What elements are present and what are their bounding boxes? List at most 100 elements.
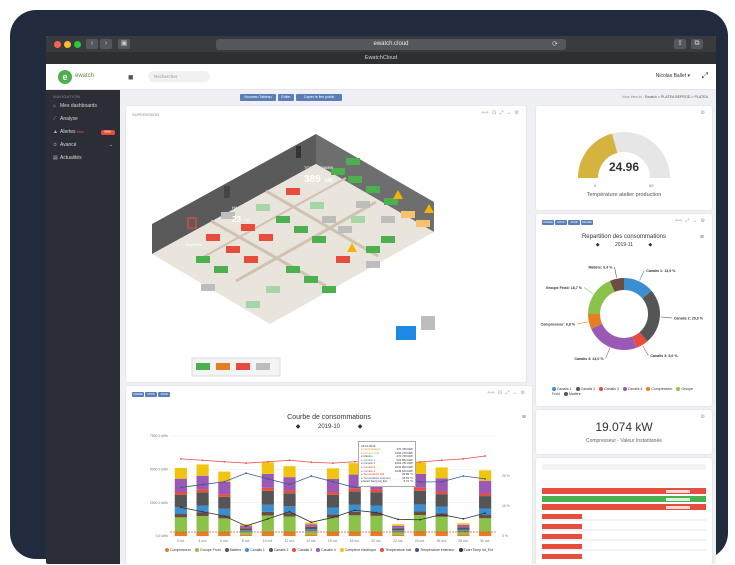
bar-segment bbox=[392, 525, 405, 528]
expand-icon[interactable]: ⤢ bbox=[702, 71, 708, 81]
bar-segment bbox=[218, 518, 231, 532]
bar-segment bbox=[435, 494, 448, 507]
y2-tick-label: 10 % bbox=[502, 504, 510, 508]
sidebar-item-dashboards[interactable]: ⌂ Mes dashboards bbox=[53, 102, 117, 111]
gauge-max: 60 bbox=[649, 183, 654, 188]
hamburger-icon[interactable]: ■ bbox=[128, 72, 133, 82]
legend-item[interactable]: Canalis 2 bbox=[575, 387, 595, 392]
table-row bbox=[542, 544, 582, 549]
tabs-button[interactable]: ⧉ bbox=[691, 39, 703, 49]
line-point bbox=[484, 455, 487, 457]
bar-segment bbox=[435, 491, 448, 495]
legend-item[interactable]: Canalis 4 bbox=[316, 548, 336, 553]
legend-item[interactable]: Compresseur bbox=[646, 387, 672, 392]
month-button[interactable]: MOIS bbox=[555, 220, 567, 225]
donut-label-line bbox=[577, 321, 588, 325]
reload-icon[interactable]: ⟳ bbox=[552, 39, 558, 50]
sidebar-item-actualites[interactable]: ▤ Actualités bbox=[53, 154, 117, 163]
donut-data-label: Groupe Froid: 18,7 % bbox=[546, 286, 583, 290]
day-button[interactable]: JOUR bbox=[568, 220, 580, 225]
address-bar[interactable]: ewatch.cloud ⟳ bbox=[216, 39, 566, 50]
sidebar-item-avance[interactable]: ≎ Avancé ⌄ bbox=[53, 141, 117, 150]
app-logo[interactable]: e bbox=[58, 70, 72, 84]
sidebar-heading: NAVIGATION bbox=[53, 94, 81, 99]
sliders-icon: ≎ bbox=[53, 142, 58, 148]
news-icon: ▤ bbox=[53, 155, 58, 161]
instant-value: 19.074 kW bbox=[595, 420, 653, 434]
edit-button[interactable]: Editer bbox=[278, 94, 294, 101]
legend-item[interactable]: Canalis 4 bbox=[622, 387, 642, 392]
legend-item[interactable]: Matière bbox=[563, 392, 581, 397]
tab-title[interactable]: EwatchCloud bbox=[46, 52, 716, 64]
line-point bbox=[484, 512, 487, 515]
legend-item[interactable]: Canalis 3 bbox=[599, 387, 619, 392]
sidebar-item-label: Avancé bbox=[60, 142, 77, 148]
y-tick-label: 2500.0 kWh bbox=[150, 501, 168, 505]
equipment-status-table bbox=[542, 464, 706, 559]
share-button[interactable]: ⇧ bbox=[674, 39, 686, 49]
sidebar-item-alertes[interactable]: ▲ Alertes New 999+ bbox=[53, 128, 117, 137]
legend-dot bbox=[164, 548, 169, 553]
donut-data-label: Matière: 6,4 % bbox=[588, 265, 613, 269]
line-point bbox=[288, 459, 291, 462]
bar-segment bbox=[196, 489, 209, 493]
sidebar-item-analyse[interactable]: ⟋ Analyse bbox=[53, 115, 117, 124]
legend-item[interactable]: Canalis 2 bbox=[268, 548, 288, 553]
line-point bbox=[201, 510, 204, 513]
close-window-dot[interactable] bbox=[54, 41, 61, 48]
sidebar-item-label: Mes dashboards bbox=[60, 103, 97, 109]
display-sensor-temp bbox=[224, 186, 230, 198]
equipment-table-panel bbox=[536, 458, 712, 564]
sidebar-toggle-button[interactable]: ▣ bbox=[118, 39, 130, 49]
legend-item[interactable]: Compresseur bbox=[164, 548, 191, 553]
line-point bbox=[440, 459, 443, 462]
legend-item[interactable]: Matière bbox=[224, 548, 241, 553]
zoom-window-dot[interactable] bbox=[74, 41, 81, 48]
panel-tools[interactable]: ⟺ ⤢ ⌄ ⚙ bbox=[675, 218, 706, 224]
line-point bbox=[179, 457, 182, 460]
legend-dot bbox=[676, 387, 681, 392]
back-button[interactable]: ‹ bbox=[86, 39, 98, 49]
bar-segment bbox=[305, 529, 318, 531]
breadcrumb-path[interactable]: Ewatch > PLATEA BEPROD > PLATEA bbox=[645, 95, 708, 99]
legend-item[interactable]: Température hall bbox=[380, 548, 411, 553]
line-point bbox=[462, 457, 465, 460]
legend-item[interactable]: Température extérieur bbox=[415, 548, 455, 553]
temperature-display: HALL 23 °C bbox=[232, 206, 250, 226]
bar-segment bbox=[392, 524, 405, 526]
line-point bbox=[419, 481, 421, 483]
bar-segment bbox=[196, 516, 209, 532]
legend-dot bbox=[245, 548, 250, 553]
legend-dot bbox=[575, 387, 580, 392]
donut-slice bbox=[588, 280, 615, 314]
x-tick-label: 14 oct. bbox=[306, 539, 316, 543]
line-point bbox=[332, 462, 334, 465]
bar-segment bbox=[218, 508, 231, 516]
minimize-window-dot[interactable] bbox=[64, 41, 71, 48]
legend-item[interactable]: Canalis 1 bbox=[245, 548, 265, 553]
legend-item[interactable]: Canalis 3 bbox=[292, 548, 312, 553]
line-point bbox=[440, 480, 443, 483]
hour-button[interactable]: HEURE bbox=[581, 220, 593, 225]
search-input[interactable]: Rechercher bbox=[148, 71, 210, 82]
chart-menu-icon[interactable]: ≡ bbox=[700, 234, 704, 241]
bar-segment bbox=[479, 496, 492, 509]
legend-item[interactable]: Ecart Temp Int_Ext bbox=[458, 548, 493, 553]
legend-item[interactable]: Groupe Froid bbox=[194, 548, 221, 553]
new-dashboard-button[interactable]: Nouveau Tableau bbox=[240, 94, 276, 101]
bar-segment bbox=[392, 532, 405, 535]
line-point bbox=[266, 477, 269, 480]
legend-item[interactable]: Compteur électrique bbox=[339, 548, 376, 553]
legend-dot bbox=[622, 387, 627, 392]
legend-item[interactable]: Canalis 1 bbox=[552, 387, 572, 392]
tablet-frame: ‹ › ▣ ewatch.cloud ⟳ ⇧ ⧉ EwatchCloud e e… bbox=[10, 10, 728, 564]
copy-public-link-button[interactable]: Copier le lien public bbox=[296, 94, 342, 101]
bar-segment bbox=[435, 467, 448, 479]
consumption-legend: Compresseur Groupe Froid Matière Canalis 1C… bbox=[136, 548, 526, 553]
user-menu[interactable]: Nicolas Ballet ▾ bbox=[656, 73, 690, 79]
forward-button[interactable]: › bbox=[100, 39, 112, 49]
sidebar: NAVIGATION ⌂ Mes dashboards ⟋ Analyse ▲ Ale… bbox=[46, 90, 120, 564]
sidebar-item-label: Actualités bbox=[60, 155, 82, 161]
line-point bbox=[310, 475, 313, 477]
year-button[interactable]: ANNÉE bbox=[542, 220, 554, 225]
